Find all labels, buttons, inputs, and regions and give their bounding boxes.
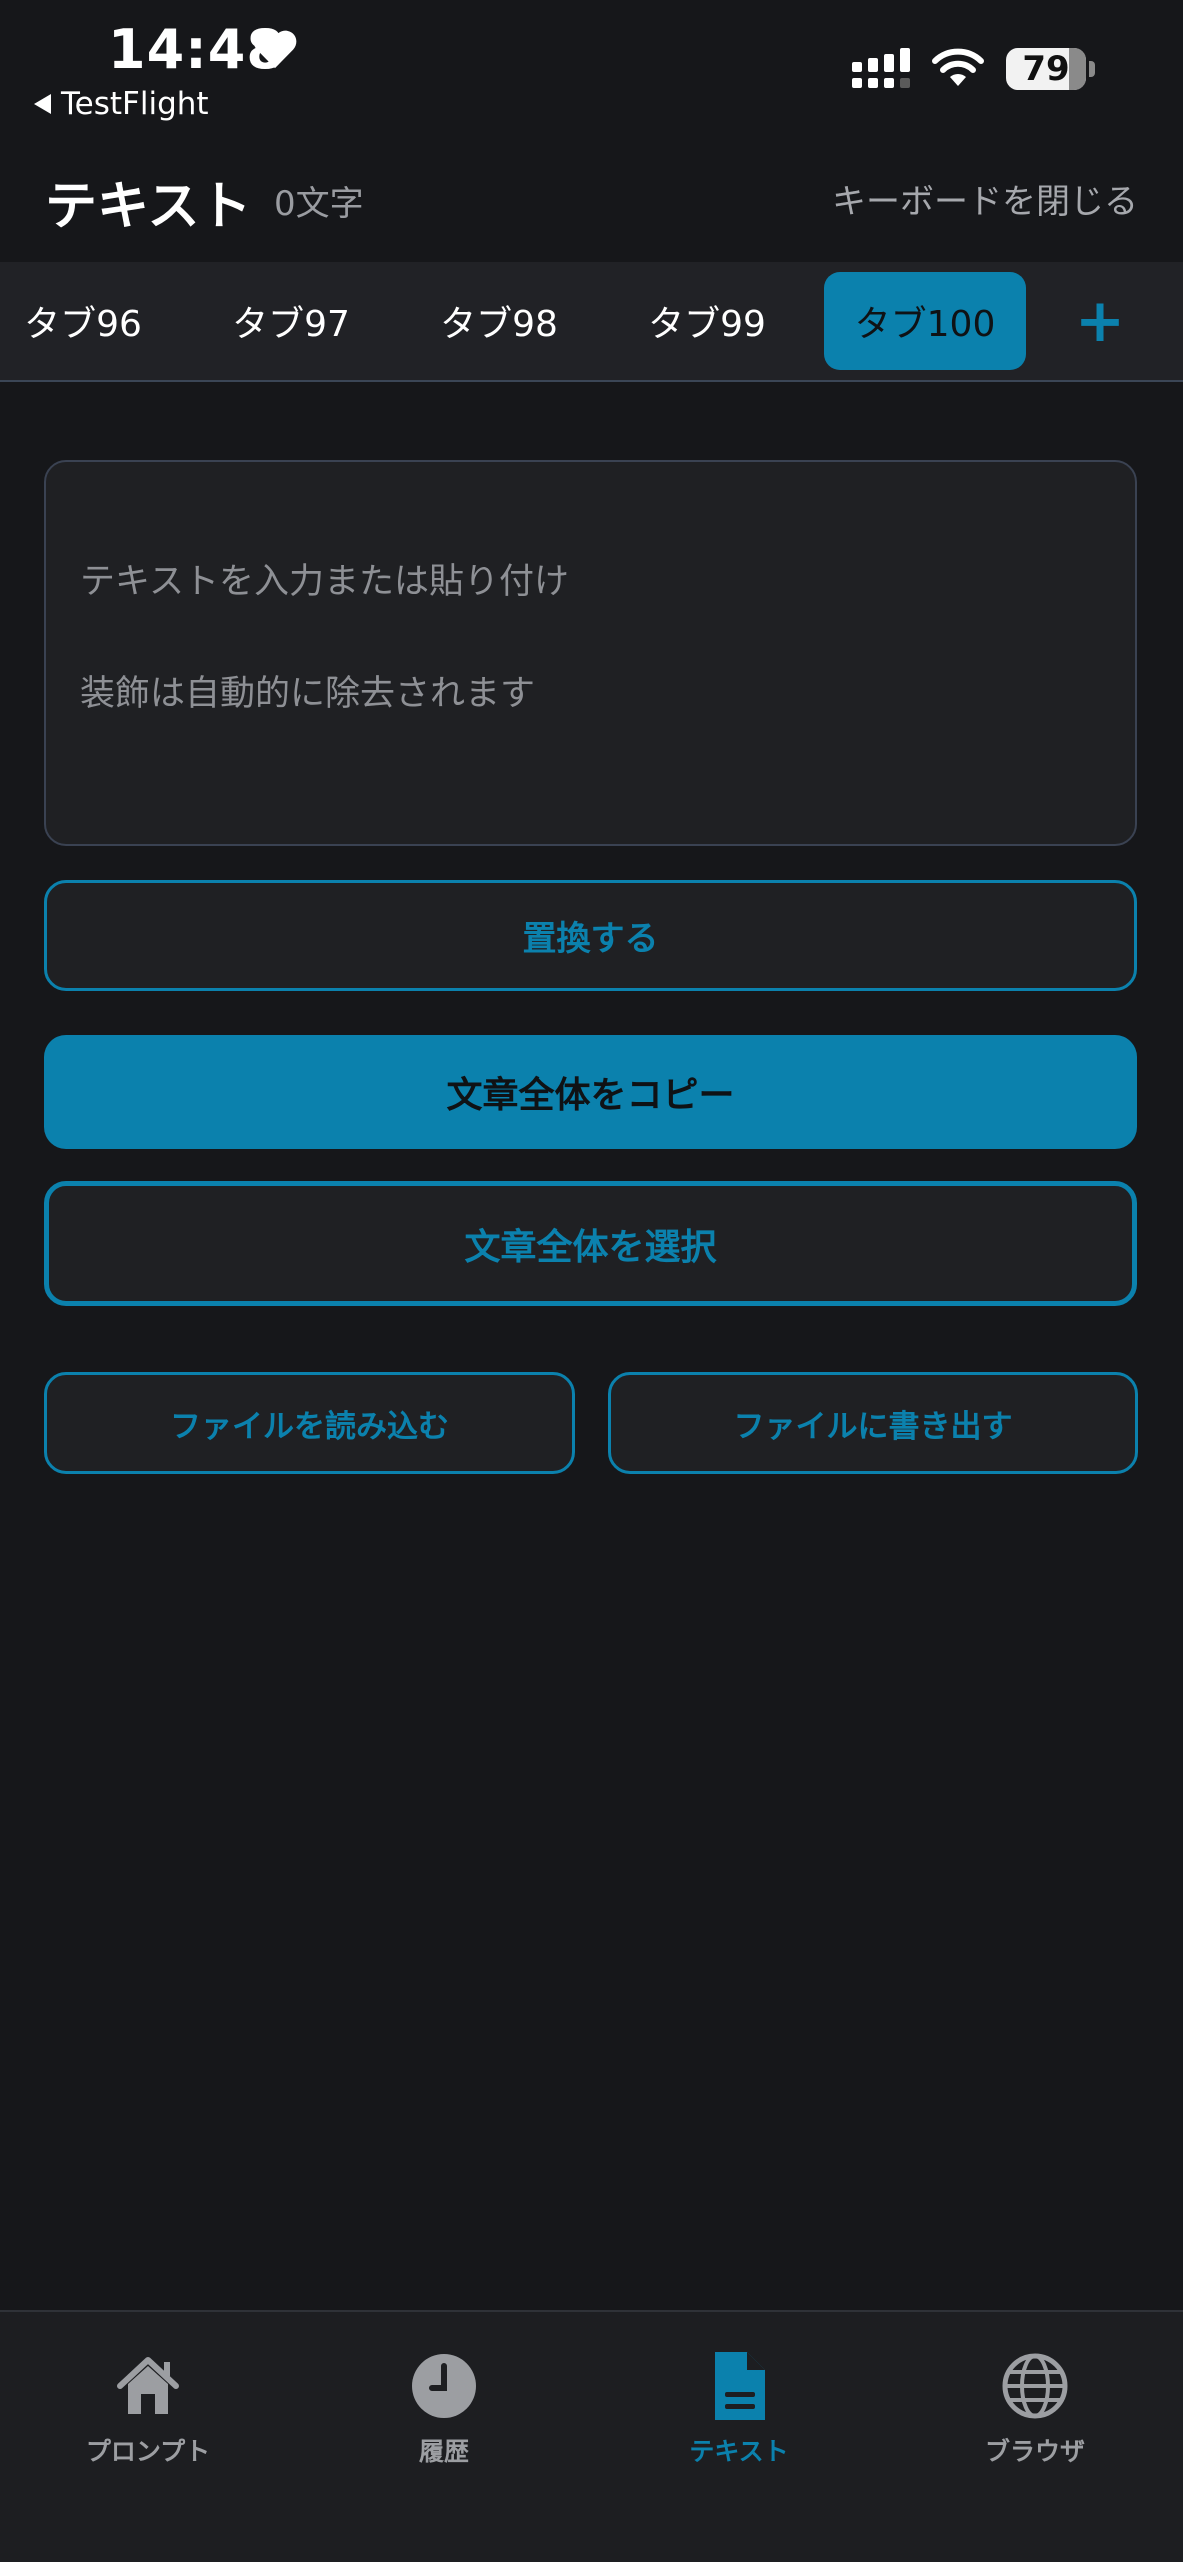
battery-percent: 79 — [1022, 49, 1070, 89]
tab-98[interactable]: タブ98 — [398, 272, 600, 370]
replace-button[interactable]: 置換する — [44, 880, 1137, 991]
tab-strip: タブ96 タブ97 タブ98 タブ99 タブ100 + — [0, 262, 1183, 382]
document-icon — [715, 2352, 765, 2420]
nav-prompt[interactable]: プロンプト — [48, 2352, 248, 2472]
nav-text-label: テキスト — [689, 2437, 789, 2466]
back-to-testflight[interactable]: TestFlight — [34, 84, 209, 124]
write-file-button[interactable]: ファイルに書き出す — [608, 1372, 1138, 1474]
wifi-icon — [932, 48, 984, 86]
bottom-nav: プロンプト 履歴 テキスト ブラウザ — [0, 2310, 1183, 2562]
nav-browser-label: ブラウザ — [984, 2437, 1085, 2466]
heart-icon — [253, 30, 297, 69]
character-count: 0文字 — [274, 184, 364, 224]
status-bar: 14:48 TestFlight 79 — [0, 0, 1183, 130]
add-tab-button[interactable]: + — [1062, 278, 1138, 364]
tab-96[interactable]: タブ96 — [0, 272, 184, 370]
read-file-button[interactable]: ファイルを読み込む — [44, 1372, 575, 1474]
cellular-signal-icon — [852, 48, 910, 88]
battery-indicator: 79 — [1006, 48, 1086, 90]
nav-text[interactable]: テキスト — [639, 2352, 839, 2472]
globe-icon — [1002, 2353, 1068, 2419]
page-title: テキスト — [45, 177, 252, 237]
header: テキスト 0文字 キーボードを閉じる — [0, 150, 1183, 250]
tab-99[interactable]: タブ99 — [606, 272, 808, 370]
copy-all-button[interactable]: 文章全体をコピー — [44, 1035, 1137, 1149]
nav-browser[interactable]: ブラウザ — [935, 2352, 1135, 2472]
text-editor-placeholder: テキストを入力または貼り付け 装飾は自動的に除去されます — [80, 562, 569, 714]
back-app-label: TestFlight — [61, 86, 209, 122]
nav-prompt-label: プロンプト — [85, 2437, 211, 2466]
text-editor[interactable]: テキストを入力または貼り付け 装飾は自動的に除去されます — [44, 460, 1137, 846]
tab-100[interactable]: タブ100 — [824, 272, 1026, 370]
nav-history-label: 履歴 — [418, 2437, 469, 2466]
close-keyboard-button[interactable]: キーボードを閉じる — [832, 174, 1138, 223]
nav-history[interactable]: 履歴 — [344, 2352, 544, 2472]
home-icon — [117, 2357, 179, 2414]
back-arrow-icon — [34, 94, 51, 114]
tab-97[interactable]: タブ97 — [190, 272, 392, 370]
select-all-button[interactable]: 文章全体を選択 — [44, 1181, 1137, 1306]
clock-icon — [412, 2354, 476, 2418]
